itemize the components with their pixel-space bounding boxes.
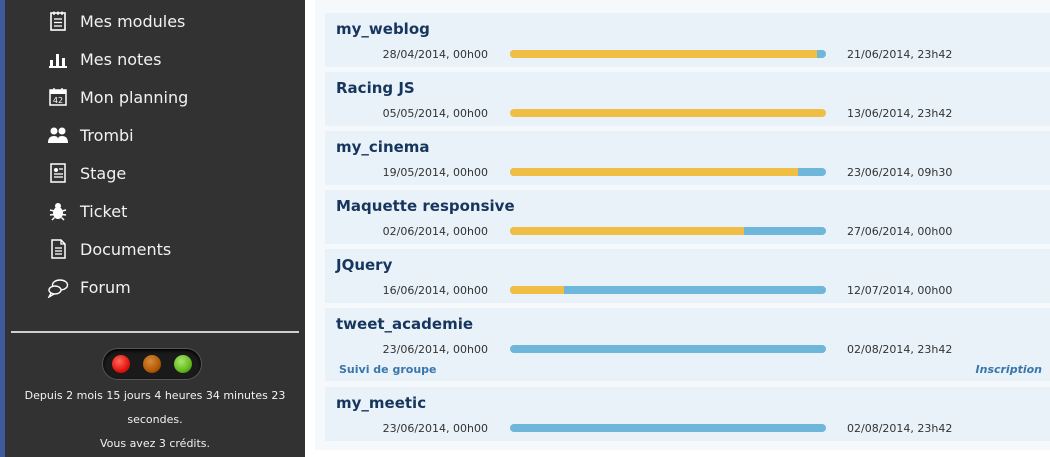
calendar-icon: 42 bbox=[47, 86, 69, 108]
project-title[interactable]: Racing JS bbox=[336, 79, 415, 97]
sidebar-item-label: Mon planning bbox=[80, 87, 189, 107]
session-duration-cont: secondes. bbox=[127, 413, 183, 426]
traffic-light bbox=[103, 349, 201, 379]
project-card[interactable]: my_meetic 23/06/2014, 00h00 02/08/2014, … bbox=[325, 387, 1050, 441]
project-end-date: 13/06/2014, 23h42 bbox=[847, 107, 953, 120]
sidebar-item-mes-notes[interactable]: Mes notes bbox=[47, 44, 161, 74]
sidebar-item-label: Forum bbox=[80, 277, 131, 297]
progress-bar bbox=[510, 50, 826, 58]
project-card[interactable]: JQuery 16/06/2014, 00h00 12/07/2014, 00h… bbox=[325, 249, 1050, 303]
project-title[interactable]: my_meetic bbox=[336, 394, 426, 412]
registration-link[interactable]: Inscription bbox=[976, 363, 1042, 376]
main-content: my_weblog 28/04/2014, 00h00 21/06/2014, … bbox=[305, 0, 1050, 457]
sidebar-item-mes-modules[interactable]: Mes modules bbox=[47, 6, 185, 36]
bar-chart-icon bbox=[47, 48, 69, 70]
session-status: Depuis 2 mois 15 jours 4 heures 34 minut… bbox=[5, 384, 305, 456]
project-title[interactable]: my_cinema bbox=[336, 138, 430, 156]
notepad-icon bbox=[47, 10, 69, 32]
credits-text: Vous avez 3 crédits. bbox=[99, 437, 211, 450]
id-card-icon bbox=[47, 162, 69, 184]
sidebar-item-label: Mes modules bbox=[80, 11, 186, 31]
project-end-date: 27/06/2014, 00h00 bbox=[847, 225, 953, 238]
sidebar-item-mon-planning[interactable]: 42 Mon planning bbox=[47, 82, 188, 112]
session-duration: Depuis 2 mois 15 jours 4 heures 34 minut… bbox=[24, 389, 286, 402]
progress-bar bbox=[510, 286, 826, 294]
sidebar-item-forum[interactable]: Forum bbox=[47, 272, 131, 302]
project-start-date: 28/04/2014, 00h00 bbox=[382, 48, 488, 61]
project-start-date: 23/06/2014, 00h00 bbox=[382, 422, 488, 435]
progress-fill bbox=[510, 109, 826, 117]
progress-bar bbox=[510, 424, 826, 432]
project-card[interactable]: my_weblog 28/04/2014, 00h00 21/06/2014, … bbox=[325, 13, 1050, 67]
project-title[interactable]: my_weblog bbox=[336, 20, 430, 38]
sidebar-item-ticket[interactable]: Ticket bbox=[47, 196, 127, 226]
project-title[interactable]: Maquette responsive bbox=[336, 197, 515, 215]
project-start-date: 16/06/2014, 00h00 bbox=[382, 284, 488, 297]
project-end-date: 02/08/2014, 23h42 bbox=[847, 343, 953, 356]
project-card[interactable]: Racing JS 05/05/2014, 00h00 13/06/2014, … bbox=[325, 72, 1050, 126]
green-light bbox=[174, 355, 192, 373]
sidebar-divider bbox=[11, 331, 299, 333]
sidebar: Mes modules Mes notes 42 Mon planning Tr… bbox=[5, 0, 305, 457]
project-start-date: 02/06/2014, 00h00 bbox=[382, 225, 488, 238]
project-start-date: 19/05/2014, 00h00 bbox=[382, 166, 488, 179]
project-card[interactable]: Maquette responsive 02/06/2014, 00h00 27… bbox=[325, 190, 1050, 244]
project-title[interactable]: tweet_academie bbox=[336, 315, 473, 333]
progress-fill bbox=[510, 286, 564, 294]
svg-text:42: 42 bbox=[53, 96, 63, 105]
progress-bar bbox=[510, 227, 826, 235]
project-card[interactable]: tweet_academie 23/06/2014, 00h00 02/08/2… bbox=[325, 308, 1050, 381]
project-end-date: 02/08/2014, 23h42 bbox=[847, 422, 953, 435]
sidebar-item-label: Ticket bbox=[80, 201, 128, 221]
project-card[interactable]: my_cinema 19/05/2014, 00h00 23/06/2014, … bbox=[325, 131, 1050, 185]
project-title[interactable]: JQuery bbox=[336, 256, 392, 274]
project-start-date: 05/05/2014, 00h00 bbox=[382, 107, 488, 120]
sidebar-item-label: Mes notes bbox=[80, 49, 162, 69]
orange-light bbox=[143, 355, 161, 373]
sidebar-item-label: Stage bbox=[80, 163, 127, 183]
chat-icon bbox=[47, 276, 69, 298]
users-icon bbox=[47, 124, 69, 146]
progress-bar bbox=[510, 109, 826, 117]
sidebar-item-documents[interactable]: Documents bbox=[47, 234, 171, 264]
sidebar-item-stage[interactable]: Stage bbox=[47, 158, 126, 188]
project-end-date: 21/06/2014, 23h42 bbox=[847, 48, 953, 61]
project-start-date: 23/06/2014, 00h00 bbox=[382, 343, 488, 356]
red-light bbox=[112, 355, 130, 373]
bug-icon bbox=[47, 200, 69, 222]
progress-fill bbox=[510, 227, 744, 235]
project-end-date: 12/07/2014, 00h00 bbox=[847, 284, 953, 297]
group-follow-link[interactable]: Suivi de groupe bbox=[339, 363, 436, 376]
document-icon bbox=[47, 238, 69, 260]
progress-fill bbox=[510, 168, 798, 176]
sidebar-item-label: Trombi bbox=[80, 125, 134, 145]
progress-bar bbox=[510, 168, 826, 176]
progress-fill bbox=[510, 50, 817, 58]
projects-panel: my_weblog 28/04/2014, 00h00 21/06/2014, … bbox=[315, 0, 1050, 450]
sidebar-item-label: Documents bbox=[80, 239, 172, 259]
project-end-date: 23/06/2014, 09h30 bbox=[847, 166, 953, 179]
sidebar-item-trombi[interactable]: Trombi bbox=[47, 120, 134, 150]
progress-bar bbox=[510, 345, 826, 353]
